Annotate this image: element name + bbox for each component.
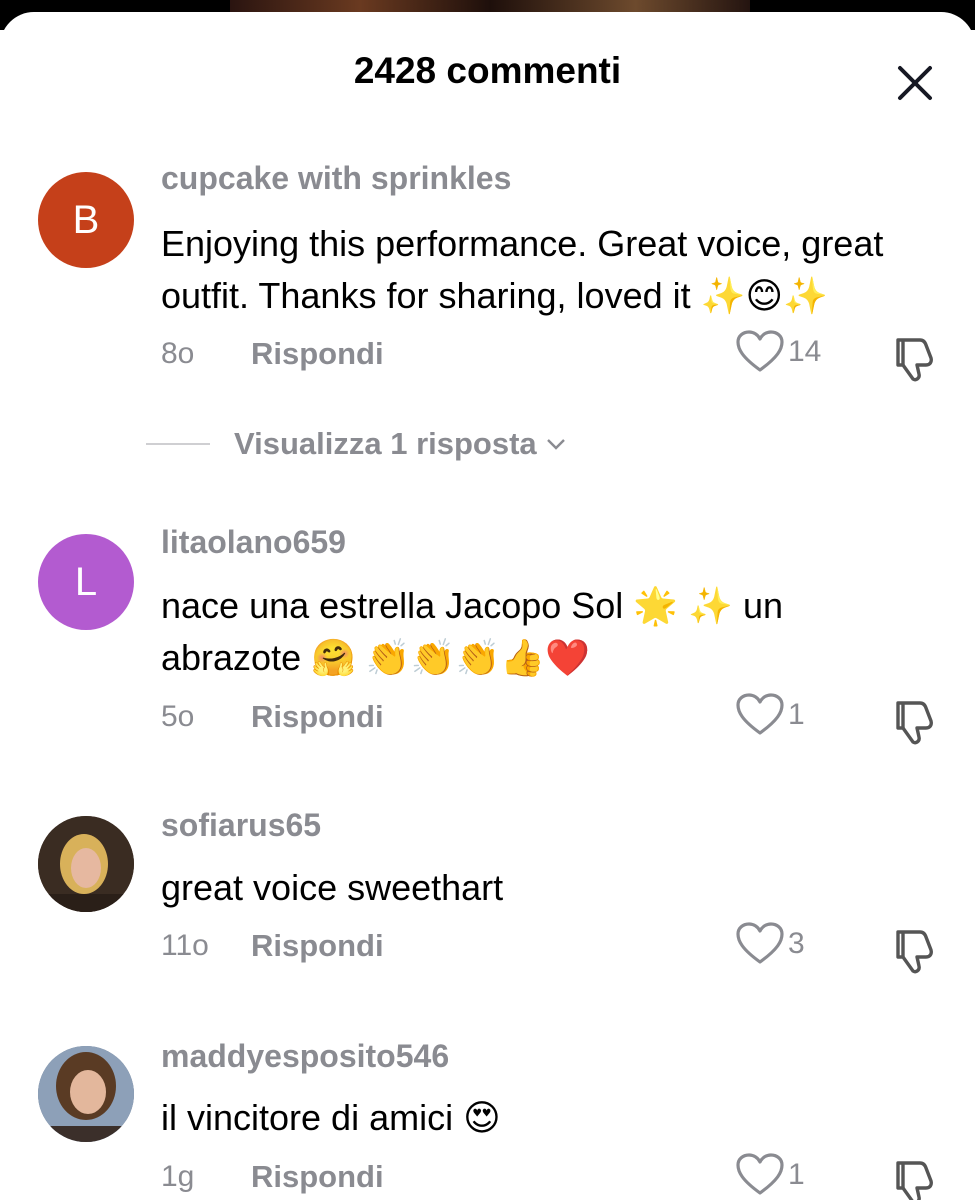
dislike-button[interactable] xyxy=(888,334,938,384)
comment-text-line: il vincitore di amici 😍 xyxy=(161,1097,501,1138)
sheet-header: 2428 commenti xyxy=(0,12,975,132)
sheet-title: 2428 commenti xyxy=(353,50,622,91)
comment-text-line: outfit. Thanks for sharing, loved it ✨😊✨ xyxy=(161,275,828,316)
reply-button[interactable]: Rispondi xyxy=(251,928,384,964)
comment-text-line: abrazote 🤗 👏👏👏👍❤️ xyxy=(161,637,591,678)
heart-icon xyxy=(736,330,784,372)
heart-icon xyxy=(736,922,784,964)
reply-button[interactable]: Rispondi xyxy=(251,1159,384,1195)
thumbs-down-icon xyxy=(896,701,933,745)
dislike-button[interactable] xyxy=(888,926,938,976)
comment-text-line: nace una estrella Jacopo Sol 🌟 ✨ un xyxy=(161,585,784,626)
replies-divider xyxy=(146,443,210,445)
like-count: 1 xyxy=(788,698,805,731)
comment-time: 8o xyxy=(161,337,195,370)
avatar[interactable]: B xyxy=(38,172,134,268)
thumbs-down-icon xyxy=(896,930,933,974)
like-count: 1 xyxy=(788,1158,805,1191)
view-replies-button[interactable]: Visualizza 1 risposta xyxy=(146,426,567,462)
comment-username[interactable]: maddyesposito546 xyxy=(161,1038,449,1075)
comments-sheet: 2428 commenti B cupcake with sprinkles E… xyxy=(0,12,975,1200)
comment-text: nace una estrella Jacopo Sol 🌟 ✨ un abra… xyxy=(161,580,941,684)
close-button[interactable] xyxy=(890,58,940,108)
avatar[interactable] xyxy=(38,816,134,912)
avatar[interactable] xyxy=(38,1046,134,1142)
like-count: 14 xyxy=(788,335,822,368)
like-button[interactable]: 3 xyxy=(736,922,805,966)
reply-button[interactable]: Rispondi xyxy=(251,336,384,372)
comment-text-line: great voice sweethart xyxy=(161,867,504,908)
comment-username[interactable]: litaolano659 xyxy=(161,524,346,561)
close-icon xyxy=(898,66,932,100)
comment-time: 11o xyxy=(161,929,209,962)
comment-text: great voice sweethart xyxy=(161,862,941,914)
avatar[interactable]: L xyxy=(38,534,134,630)
dislike-button[interactable] xyxy=(888,697,938,747)
comment-username[interactable]: cupcake with sprinkles xyxy=(161,160,511,197)
comment-text: Enjoying this performance. Great voice, … xyxy=(161,218,941,322)
avatar-letter: L xyxy=(74,559,98,604)
heart-icon xyxy=(736,1153,784,1195)
like-count: 3 xyxy=(788,927,805,960)
profile-photo xyxy=(38,1046,134,1142)
view-replies-label: Visualizza 1 risposta xyxy=(234,426,537,461)
like-button[interactable]: 1 xyxy=(736,1153,805,1197)
profile-photo xyxy=(38,816,134,912)
comment-time: 1g xyxy=(161,1160,195,1193)
thumbs-down-icon xyxy=(896,1161,933,1200)
like-button[interactable]: 14 xyxy=(736,330,821,374)
thumbs-down-icon xyxy=(896,338,933,382)
chevron-down-icon xyxy=(546,439,565,450)
comment-text: il vincitore di amici 😍 xyxy=(161,1092,941,1144)
comment-time: 5o xyxy=(161,700,195,733)
comment-username[interactable]: sofiarus65 xyxy=(161,807,321,844)
comment-text-line: Enjoying this performance. Great voice, … xyxy=(161,223,884,264)
like-button[interactable]: 1 xyxy=(736,693,805,737)
heart-icon xyxy=(736,693,784,735)
dislike-button[interactable] xyxy=(888,1157,938,1200)
avatar-letter: B xyxy=(72,197,100,242)
reply-button[interactable]: Rispondi xyxy=(251,699,384,735)
